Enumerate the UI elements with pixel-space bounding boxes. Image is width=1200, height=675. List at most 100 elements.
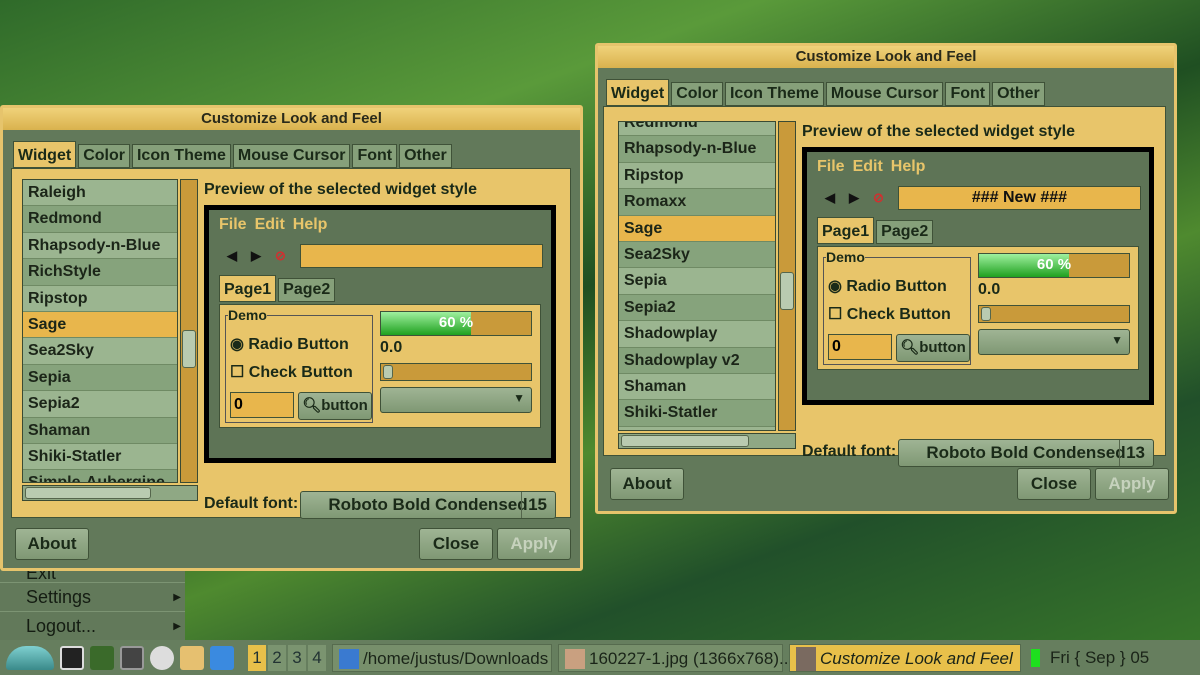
- network-icon[interactable]: [210, 645, 234, 670]
- tab-page1[interactable]: Page1: [817, 217, 875, 244]
- theme-list-item[interactable]: RichStyle: [23, 259, 177, 286]
- slider[interactable]: [978, 305, 1130, 323]
- menu-help[interactable]: Help: [891, 158, 926, 175]
- forward-arrow-icon[interactable]: ▶: [251, 248, 261, 264]
- scrollbar-thumb[interactable]: [780, 272, 794, 310]
- tab-other[interactable]: Other: [399, 144, 452, 168]
- radio-button[interactable]: ◉ Radio Button: [230, 334, 349, 354]
- title-bar[interactable]: Customize Look and Feel: [598, 46, 1174, 68]
- horizontal-scrollbar[interactable]: [618, 433, 796, 449]
- theme-list-item[interactable]: Redmond: [23, 206, 177, 233]
- task-customize[interactable]: Customize Look and Feel: [789, 643, 1021, 672]
- apply-button[interactable]: Apply: [497, 528, 571, 560]
- theme-list-item[interactable]: Sea2Sky: [23, 338, 177, 365]
- menu-item-exit[interactable]: Exit: [0, 570, 185, 582]
- horizontal-scrollbar[interactable]: [22, 485, 198, 501]
- vertical-scrollbar[interactable]: [778, 121, 796, 431]
- theme-list-item[interactable]: Sage: [23, 311, 177, 339]
- slider[interactable]: [380, 363, 532, 381]
- slider-handle[interactable]: [981, 307, 991, 321]
- tab-page2[interactable]: Page2: [278, 278, 336, 302]
- spin-input[interactable]: 0: [828, 334, 892, 360]
- menu-item-settings[interactable]: Settings ▶: [0, 582, 185, 611]
- media-icon[interactable]: [90, 645, 114, 670]
- workspace-4[interactable]: 4: [308, 644, 326, 671]
- apply-button[interactable]: Apply: [1095, 468, 1169, 500]
- folder-icon[interactable]: [180, 645, 204, 670]
- tab-page2[interactable]: Page2: [876, 220, 934, 244]
- task-image-viewer[interactable]: 160227-1.jpg (1366x768)...: [558, 643, 793, 672]
- menu-edit[interactable]: Edit: [255, 216, 285, 233]
- theme-list-item[interactable]: Sea2Sky: [619, 241, 775, 269]
- tab-icon-theme[interactable]: Icon Theme: [131, 144, 231, 168]
- tab-color[interactable]: Color: [78, 144, 130, 168]
- workspace-2[interactable]: 2: [268, 644, 286, 671]
- tab-font[interactable]: Font: [945, 82, 991, 106]
- preview-entry[interactable]: ### New ###: [897, 186, 1141, 210]
- theme-list-item[interactable]: Raleigh: [23, 180, 177, 207]
- about-button[interactable]: About: [610, 468, 684, 500]
- task-file-manager[interactable]: /home/justus/Downloads: [332, 643, 552, 672]
- theme-list-item[interactable]: Sage: [619, 215, 775, 242]
- tab-color[interactable]: Color: [671, 82, 723, 106]
- tab-icon-theme[interactable]: Icon Theme: [724, 82, 824, 106]
- slider-handle[interactable]: [383, 365, 393, 379]
- combo-box[interactable]: ▼: [380, 387, 532, 413]
- tab-font[interactable]: Font: [352, 144, 398, 168]
- close-button[interactable]: Close: [1017, 468, 1091, 500]
- demo-button[interactable]: 🔍︎button: [298, 392, 372, 420]
- tab-widget[interactable]: Widget: [606, 79, 670, 106]
- mountain-logo-icon[interactable]: [6, 645, 54, 670]
- tab-widget[interactable]: Widget: [13, 141, 77, 168]
- about-button[interactable]: About: [15, 528, 89, 560]
- scrollbar-thumb[interactable]: [182, 330, 196, 368]
- menu-help[interactable]: Help: [293, 216, 328, 233]
- terminal-icon[interactable]: [60, 645, 84, 670]
- theme-list-item[interactable]: Ripstop: [619, 163, 775, 190]
- theme-list[interactable]: Redmond Rhapsody-n-Blue Ripstop Romaxx Sage S…: [618, 121, 776, 431]
- theme-list-item[interactable]: Shiki-Statler: [23, 444, 177, 471]
- theme-list-item[interactable]: Shaman: [619, 374, 775, 401]
- theme-list-item[interactable]: Redmond: [619, 122, 775, 137]
- tab-other[interactable]: Other: [992, 82, 1045, 106]
- theme-list-item[interactable]: Rhapsody-n-Blue: [23, 233, 177, 260]
- stop-icon[interactable]: ⊘: [275, 248, 286, 264]
- theme-list-item[interactable]: Shadowplay v2: [619, 347, 775, 374]
- theme-list-item[interactable]: Sepia2: [23, 391, 177, 418]
- workspace-3[interactable]: 3: [288, 644, 306, 671]
- theme-list-item[interactable]: Ripstop: [23, 286, 177, 312]
- menu-item-logout[interactable]: Logout... ▶: [0, 611, 185, 640]
- back-arrow-icon[interactable]: ◀: [825, 190, 835, 206]
- close-button[interactable]: Close: [419, 528, 493, 560]
- theme-list-item[interactable]: Shaman: [23, 417, 177, 444]
- forward-arrow-icon[interactable]: ▶: [849, 190, 859, 206]
- camera-icon[interactable]: [150, 645, 174, 670]
- tab-mouse-cursor[interactable]: Mouse Cursor: [825, 82, 944, 106]
- combo-box[interactable]: ▼: [978, 329, 1130, 355]
- theme-list-item[interactable]: Rhapsody-n-Blue: [619, 136, 775, 163]
- preview-entry[interactable]: [299, 244, 543, 268]
- tab-page1[interactable]: Page1: [219, 275, 277, 302]
- title-bar[interactable]: Customize Look and Feel: [3, 108, 580, 130]
- theme-list-item[interactable]: Shiki-Statler: [619, 400, 775, 427]
- demo-button[interactable]: 🔍︎button: [896, 334, 970, 362]
- theme-list-item[interactable]: Sepia2: [619, 294, 775, 322]
- workspace-1[interactable]: 1: [248, 644, 266, 671]
- theme-list-item[interactable]: Shiyuka-gtk: [619, 427, 775, 430]
- menu-file[interactable]: File: [219, 216, 247, 233]
- theme-list-item[interactable]: Shadowplay: [619, 321, 775, 348]
- theme-list-item[interactable]: Sepia: [23, 364, 177, 392]
- theme-list-item[interactable]: Romaxx: [619, 189, 775, 216]
- clock[interactable]: Fri { Sep } 05: [1050, 648, 1149, 668]
- back-arrow-icon[interactable]: ◀: [227, 248, 237, 264]
- font-button[interactable]: Roboto Bold Condensed 15: [300, 491, 556, 519]
- theme-list[interactable]: Raleigh Redmond Rhapsody-n-Blue RichStyle Ri…: [22, 179, 178, 483]
- scrollbar-thumb[interactable]: [25, 487, 151, 499]
- font-button[interactable]: Roboto Bold Condensed 13: [898, 439, 1154, 467]
- menu-file[interactable]: File: [817, 158, 845, 175]
- theme-list-item[interactable]: Simple-Aubergine: [23, 470, 177, 482]
- spin-input[interactable]: 0: [230, 392, 294, 418]
- scrollbar-thumb[interactable]: [621, 435, 749, 447]
- check-button[interactable]: ☐ Check Button: [230, 362, 353, 382]
- tab-mouse-cursor[interactable]: Mouse Cursor: [232, 144, 351, 168]
